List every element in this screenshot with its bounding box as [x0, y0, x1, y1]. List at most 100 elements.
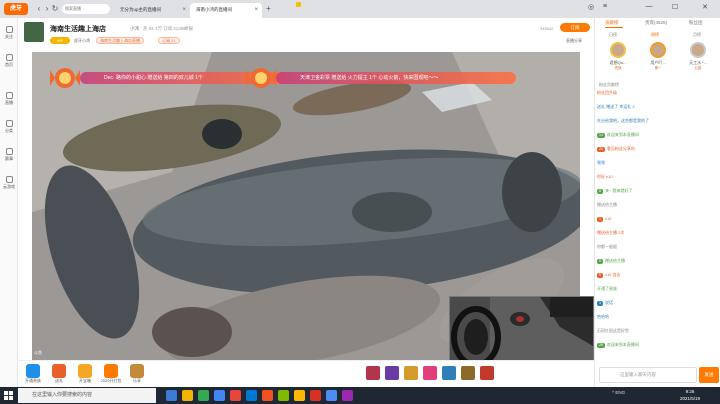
gift-item-icon[interactable] — [442, 366, 456, 380]
cloud-game-icon — [5, 176, 13, 183]
gift-label: 开宝箱 — [79, 378, 91, 383]
taskbar-app-icon[interactable] — [166, 390, 177, 401]
skin-icon[interactable]: ◎ — [586, 3, 596, 11]
sidebar-item-cloud-game[interactable]: 云游戏 — [0, 176, 18, 190]
noble-button[interactable]: 开通贵族 — [22, 364, 44, 384]
tab-first[interactable]: 元分为up主的直播间 × — [114, 3, 190, 18]
taskbar-app-icon[interactable] — [294, 390, 305, 401]
vip-badge: VIP — [50, 37, 70, 44]
right-panel: 贡献榜 贵宾(4525) 粉丝团 日榜 周榜 月榜 君想Qu... 贵族 用户吖.… — [594, 18, 720, 387]
tab-indicator — [605, 27, 623, 28]
heat-count: 热 64.7万 — [143, 26, 163, 31]
page-title: 海南生活趣上海店 — [50, 26, 106, 33]
red-packet-button[interactable]: 2020开红包 — [100, 364, 122, 384]
sub-tag[interactable]: 订阅 21 — [158, 37, 180, 44]
taskbar-app-icon[interactable] — [326, 390, 337, 401]
red-packet-icon — [104, 364, 118, 378]
rank-second[interactable]: 君想Qu... 贵族 — [599, 42, 637, 71]
chat-text: 欢迎来到本直播间 — [606, 132, 639, 137]
enjoy-button[interactable]: 乐享 — [126, 364, 148, 384]
taskbar-app-icon[interactable] — [342, 390, 353, 401]
chat-list[interactable]: 粉丝团升级 送礼 赠送了 幸运礼 2 先分给我吧，这些都是我的了 14 欢迎来到本直播间… — [597, 90, 719, 360]
tab-label: 元分为up主的直播间 — [120, 7, 162, 12]
close-icon[interactable]: × — [182, 3, 186, 17]
report-link[interactable]: 举报 — [184, 26, 193, 32]
gift-label: 乐享 — [133, 378, 141, 383]
search-input[interactable]: 搜索直播 — [62, 4, 110, 14]
maximize-icon[interactable]: ☐ — [670, 3, 680, 11]
clock[interactable]: 9:26 2021/5/19 — [670, 388, 710, 402]
tab-active[interactable]: 海南小鸿的直播间 × — [190, 3, 262, 18]
gift-item-icon[interactable] — [480, 366, 494, 380]
chat-message: 开通了贵族 — [597, 286, 719, 292]
sidebar-item-follow[interactable]: 关注 — [0, 26, 18, 40]
taskbar-app-icon[interactable] — [198, 390, 209, 401]
close-icon[interactable]: × — [254, 3, 258, 17]
taskbar-app-icon[interactable] — [310, 390, 321, 401]
chat-text: 送礼 赠送了 幸运礼 2 — [597, 104, 635, 109]
treasure-box-button[interactable]: 开宝箱 — [74, 364, 96, 384]
chat-message: 1 x10 — [597, 216, 719, 222]
gift-item-icon[interactable] — [423, 366, 437, 380]
sidebar-item-label: 首页 — [5, 62, 13, 67]
chat-text: x10 连击 — [604, 272, 621, 277]
rank-third[interactable]: 天工水~... 公爵 — [679, 42, 717, 71]
gift-candy-icon — [246, 60, 276, 96]
menu-icon[interactable]: ≡ — [600, 3, 610, 10]
chat-message: 5 x10 连击 — [597, 272, 719, 278]
subtab-week[interactable]: 周榜 — [651, 32, 659, 38]
taskbar-app-icon[interactable] — [278, 390, 289, 401]
chat-username[interactable]: 嘿嘿 — [597, 160, 605, 165]
refresh-icon[interactable]: ↻ — [50, 4, 60, 14]
chat-text: 石斑红斑这是好鱼 — [597, 328, 629, 333]
sidebar-item-category[interactable]: 分类 — [0, 120, 18, 134]
share-link[interactable]: 直播分享 — [566, 38, 582, 44]
chat-message: 8 来~ 我来就好了 — [597, 188, 719, 194]
chat-text: 哈哈哈 — [597, 314, 609, 319]
level-badge: 5 — [597, 273, 603, 278]
tab-vip[interactable]: 贵宾(4525) — [645, 20, 667, 26]
minimize-icon[interactable]: — — [644, 3, 654, 10]
system-tray[interactable]: ^ ENG — [612, 390, 625, 395]
chat-input[interactable]: 这里输入聊天内容 — [599, 367, 697, 383]
subtab-month[interactable]: 月榜 — [693, 32, 701, 38]
chat-message: 嘿嘿 — [597, 160, 719, 166]
room-id: 345642 — [540, 26, 554, 31]
streamer-name[interactable]: 小鸿 — [130, 26, 139, 32]
gift-item-icon[interactable] — [385, 366, 399, 380]
chat-message: 赠送给主播 — [597, 202, 719, 208]
gift-item-icon[interactable] — [404, 366, 418, 380]
chat-message: 先分给我吧，这些都是我的了 — [597, 118, 719, 124]
taskbar-app-icon[interactable] — [262, 390, 273, 401]
close-window-icon[interactable]: ✕ — [700, 3, 710, 11]
taskbar-app-icon[interactable] — [214, 390, 225, 401]
subtab-day[interactable]: 日榜 — [609, 32, 617, 38]
sidebar-item-live[interactable]: 直播 — [0, 92, 18, 106]
app-logo[interactable]: 虎牙 — [4, 3, 28, 15]
avatar — [690, 42, 706, 58]
rank-first[interactable]: 用户吖... 第一 — [639, 42, 677, 71]
subscribe-button[interactable]: 订阅 — [560, 23, 590, 32]
send-button[interactable]: 发送 — [699, 367, 719, 383]
category-tag[interactable]: 海南生活趣上海店直播 — [96, 37, 144, 44]
sidebar-item-label: 赛事 — [5, 156, 13, 161]
tab-contribution[interactable]: 贡献榜 — [605, 20, 619, 26]
chat-text: 赠送给主播 — [597, 202, 617, 207]
taskbar-search-input[interactable]: 在这里输入你要搜索的内容 — [18, 388, 156, 403]
gift-item-icon[interactable] — [366, 366, 380, 380]
windows-start-icon[interactable] — [4, 391, 13, 400]
gift-item-icon[interactable] — [461, 366, 475, 380]
avatar — [610, 42, 626, 58]
tab-fans[interactable]: 粉丝团 — [689, 20, 703, 26]
level-badge: 20 — [597, 147, 605, 152]
taskbar-app-icon[interactable] — [246, 390, 257, 401]
sidebar-item-home[interactable]: 首页 — [0, 54, 18, 68]
new-tab-icon[interactable]: + — [266, 4, 271, 13]
send-gift-button[interactable]: 送礼 — [48, 364, 70, 384]
sidebar-item-match[interactable]: 赛事 — [0, 148, 18, 162]
avatar[interactable] — [24, 22, 44, 42]
rank-badge: 公爵 — [694, 66, 702, 70]
taskbar-app-icon[interactable] — [182, 390, 193, 401]
taskbar-app-icon[interactable] — [230, 390, 241, 401]
chat-message: 14 欢迎来到本直播间 — [597, 132, 719, 138]
